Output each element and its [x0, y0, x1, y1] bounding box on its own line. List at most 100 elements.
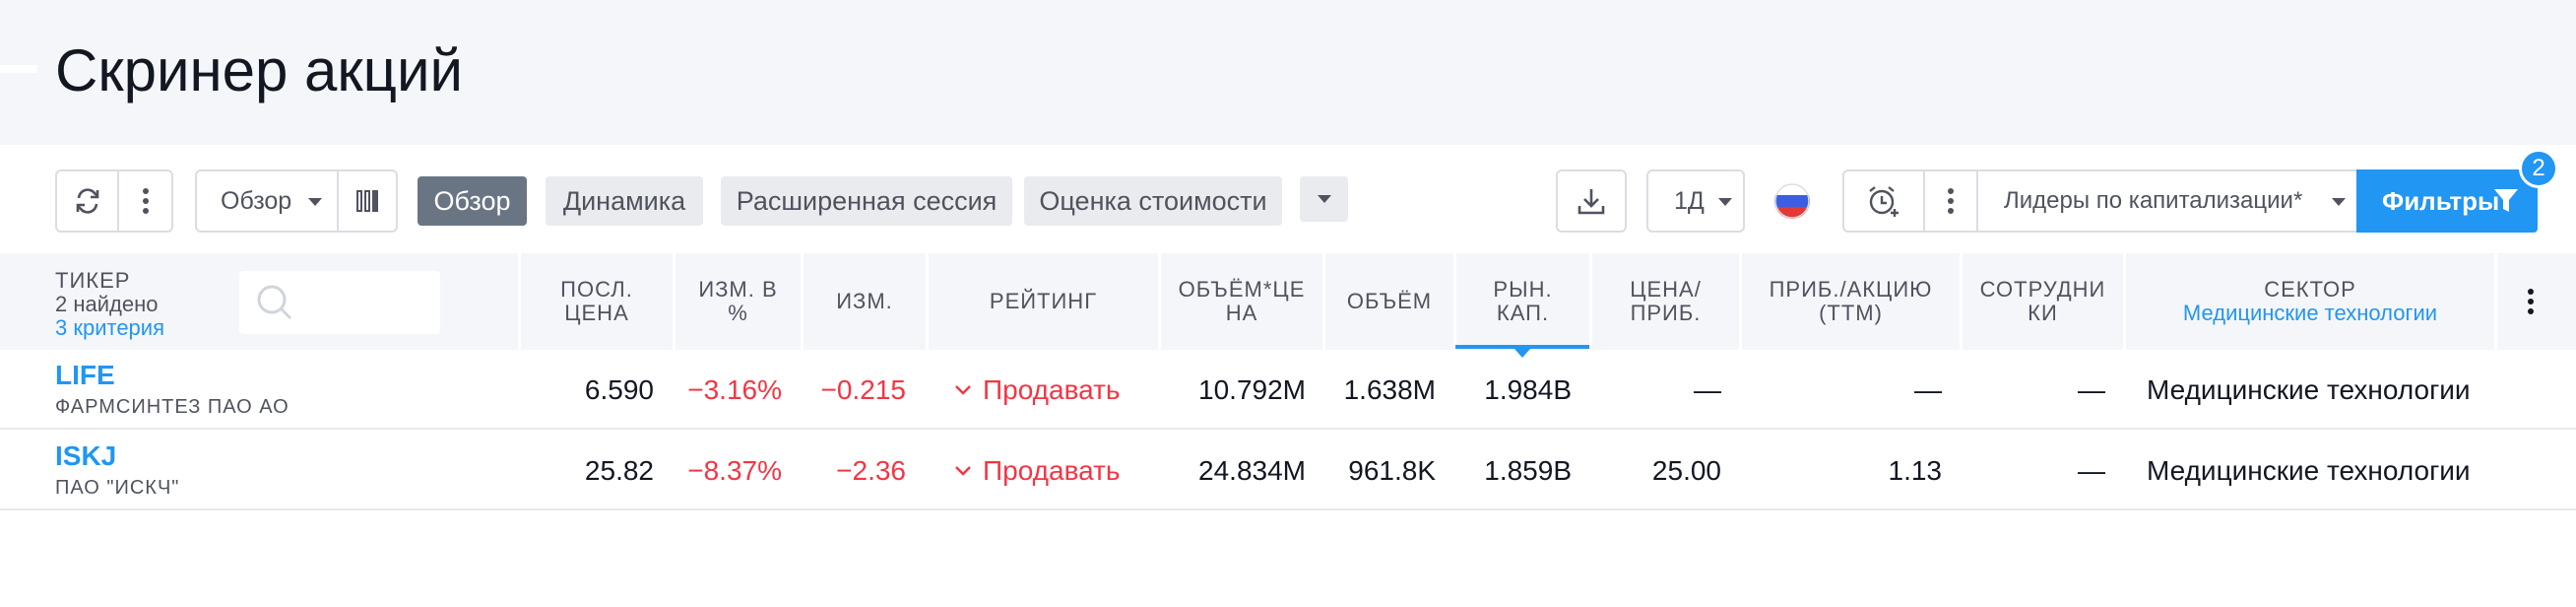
column-header-rating[interactable]: РЕЙТИНГ [929, 253, 1158, 350]
column-header-label: ОБЪЁМ [1346, 289, 1433, 313]
create-alert-button[interactable] [1842, 169, 1925, 233]
alert-more-button[interactable] [1923, 169, 1978, 233]
chevron-down-icon [1718, 198, 1732, 206]
view-select[interactable]: Обзор [195, 169, 339, 233]
column-header-employees[interactable]: СОТРУДНИКИ [1963, 253, 2123, 350]
column-header-volume[interactable]: ОБЪЁМ [1325, 253, 1453, 350]
search-icon [257, 285, 292, 320]
more-vertical-icon [2528, 289, 2534, 314]
column-header-label: ЦЕНА/ ПРИБ. [1630, 277, 1702, 325]
column-header-label: СЕКТОР [2264, 277, 2356, 302]
refresh-button[interactable] [55, 169, 119, 233]
chevron-down-icon [1317, 195, 1331, 203]
rating-cell: Продавать [955, 456, 1121, 486]
filters-label: Фильтры [2382, 185, 2500, 216]
change-percent-cell: −8.37% [687, 455, 782, 486]
sector-filter-value[interactable]: Медицинские технологии [2183, 302, 2437, 325]
preset-label: Лидеры по капитализации* [2004, 187, 2303, 214]
column-header-label: ИЗМ. [836, 289, 893, 313]
interval-select[interactable]: 1Д [1646, 169, 1745, 233]
market-flag-button[interactable] [1772, 181, 1812, 221]
price-cell: 6.590 [584, 374, 654, 405]
column-header-price[interactable]: ПОСЛ. ЦЕНА [521, 253, 673, 350]
price-cell: 25.82 [584, 455, 654, 486]
employees-cell: — [2078, 374, 2105, 405]
column-settings-button[interactable] [2527, 288, 2535, 320]
tab-extended-hours[interactable]: Расширенная сессия [721, 176, 1012, 226]
ticker-header-label: ТИКЕР [55, 268, 131, 293]
interval-label: 1Д [1674, 186, 1705, 215]
change-cell: −0.215 [820, 374, 906, 405]
view-select-label: Обзор [221, 186, 292, 215]
chevron-down-icon [2332, 198, 2346, 206]
tab-extended-hours-label: Расширенная сессия [736, 185, 998, 216]
preset-select[interactable]: Лидеры по капитализации* [1976, 169, 2358, 233]
eps-cell: 1.13 [1888, 455, 1943, 486]
column-header-eps[interactable]: ПРИБ./АКЦИЮ (TTM) [1742, 253, 1960, 350]
rating-label: Продавать [983, 455, 1121, 486]
rating-label: Продавать [983, 374, 1121, 405]
pe-cell: — [1694, 374, 1721, 405]
alarm-clock-plus-icon [1869, 186, 1899, 217]
column-header-pe[interactable]: ЦЕНА/ ПРИБ. [1592, 253, 1739, 350]
ticker-column-header[interactable]: ТИКЕР 2 найдено 3 критерия [55, 269, 164, 340]
company-name: ПАО "ИСКЧ" [55, 477, 180, 499]
columns-icon [356, 190, 378, 212]
tab-valuation-label: Оценка стоимости [1039, 185, 1267, 216]
pe-cell: 25.00 [1651, 455, 1721, 486]
filter-funnel-icon [2494, 189, 2518, 212]
volume-price-cell: 24.834M [1198, 455, 1306, 486]
header-notch [0, 65, 37, 73]
change-percent-cell: −3.16% [687, 374, 782, 405]
chevron-down-icon [308, 198, 322, 206]
tab-performance[interactable]: Динамика [546, 176, 703, 226]
download-button[interactable] [1556, 169, 1627, 233]
tab-valuation[interactable]: Оценка стоимости [1024, 176, 1282, 226]
filters-button[interactable]: Фильтры [2356, 169, 2538, 233]
volume-cell: 961.8K [1348, 455, 1436, 486]
eps-cell: — [1914, 374, 1942, 405]
tab-performance-label: Динамика [562, 185, 686, 216]
market-cap-cell: 1.859B [1484, 455, 1572, 486]
tab-overview[interactable]: Обзор [418, 176, 527, 226]
page-title: Скринер акций [55, 37, 464, 103]
more-vertical-icon [142, 188, 149, 214]
column-header-market-cap[interactable]: РЫН. КАП. [1456, 253, 1589, 350]
sector-cell[interactable]: Медицинские технологии [2147, 375, 2471, 405]
column-header-label: РЕЙТИНГ [989, 289, 1098, 313]
rating-cell: Продавать [955, 375, 1121, 405]
company-name: ФАРМСИНТЕЗ ПАО АО [55, 396, 290, 418]
more-vertical-icon [1948, 188, 1954, 214]
employees-cell: — [2078, 455, 2105, 486]
column-header-sector[interactable]: СЕКТОР Медицинские технологии [2126, 253, 2494, 350]
column-header-change-percent[interactable]: ИЗМ. В % [676, 253, 801, 350]
russia-flag-icon [1774, 183, 1810, 219]
column-header-label: ПОСЛ. ЦЕНА [560, 277, 633, 325]
criteria-link[interactable]: 3 критерия [55, 316, 164, 340]
ticker-search-input[interactable] [239, 271, 440, 334]
volume-cell: 1.638M [1343, 374, 1436, 405]
column-header-label: ИЗМ. В % [698, 277, 778, 325]
column-header-change[interactable]: ИЗМ. [804, 253, 926, 350]
columns-button[interactable] [337, 169, 398, 233]
screen-more-button[interactable] [117, 169, 173, 233]
market-cap-cell: 1.984B [1484, 374, 1572, 405]
ticker-symbol-link[interactable]: ISKJ [55, 441, 116, 471]
tab-overview-label: Обзор [433, 185, 511, 216]
change-cell: −2.36 [836, 455, 906, 486]
ticker-symbol-link[interactable]: LIFE [55, 361, 115, 390]
column-divider [2494, 253, 2497, 350]
filters-count-badge: 2 [2519, 149, 2558, 188]
column-header-label: РЫН. КАП. [1493, 277, 1553, 325]
chevron-down-icon [955, 466, 971, 476]
chevron-down-icon [955, 385, 971, 395]
more-tabs-button[interactable] [1300, 176, 1348, 222]
column-header-volume-price[interactable]: ОБЪЁМ*ЦЕНА [1161, 253, 1322, 350]
column-header-label: СОТРУДНИКИ [1979, 277, 2106, 325]
download-icon [1578, 189, 1605, 215]
column-header-label: ОБЪЁМ*ЦЕНА [1178, 277, 1306, 325]
refresh-icon [76, 188, 98, 214]
sector-cell[interactable]: Медицинские технологии [2147, 456, 2471, 486]
volume-price-cell: 10.792M [1198, 374, 1306, 405]
results-count: 2 найдено [55, 292, 159, 316]
